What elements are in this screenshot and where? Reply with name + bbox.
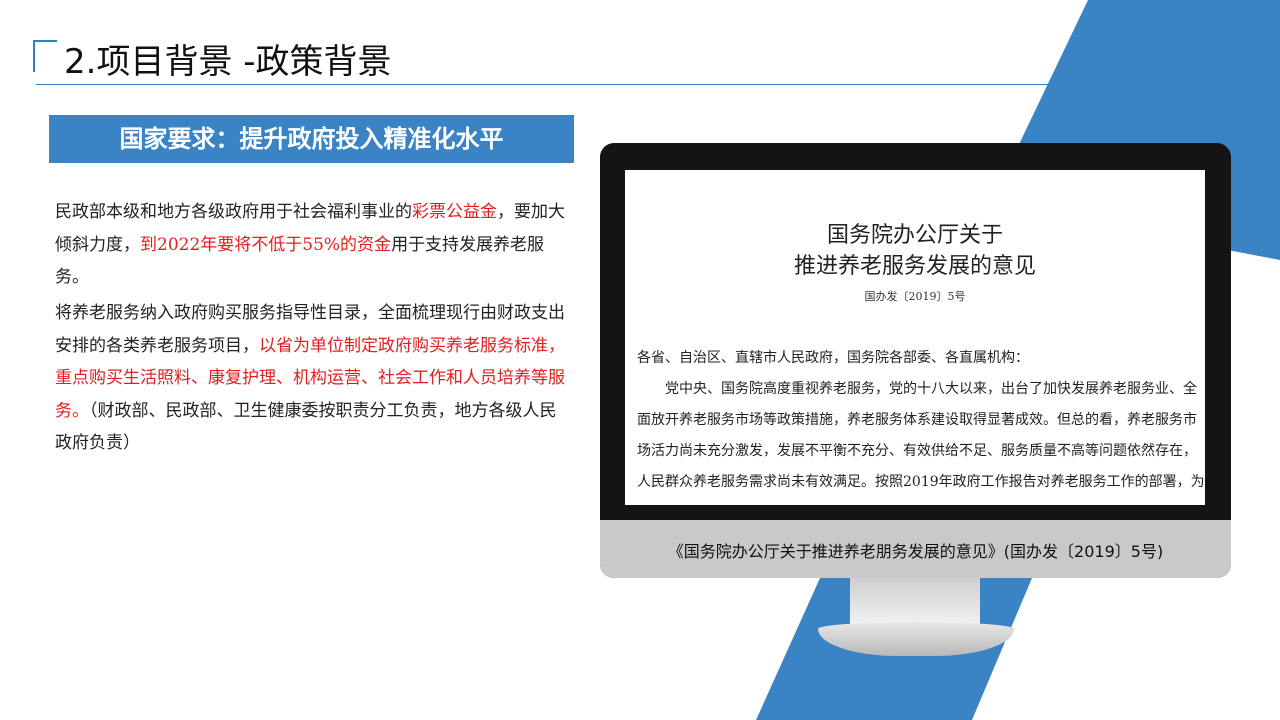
document-title-line1: 国务院办公厅关于 (826, 223, 1003, 248)
p2-text-b: （财政部、民政部、卫生健康委按职责分工负责，地方各级人民政府负责） (55, 400, 557, 454)
p1-highlight-b: 到2022年要将不低于55%的资金 (140, 234, 392, 255)
p1-highlight-a: 彩票公益金 (412, 202, 497, 222)
section-banner: 国家要求：提升政府投入精准化水平 (49, 115, 574, 163)
document-body-line: 场活力尚未充分激发，发展不平衡不充分、有效供给不足、服务质量不高等问题依然存在， (637, 443, 1197, 459)
document-body: 各省、自治区、直辖市人民政府，国务院各部委、各直属机构： 党中央、国务院高度重视… (637, 343, 1205, 498)
document-body-line: 党中央、国务院高度重视养老服务，党的十八大以来，出台了加快发展养老服务业、全 (637, 381, 1197, 397)
document-number: 国办发〔2019〕5号 (864, 290, 966, 303)
document-caption: 《国务院办公厅关于推进养老朋务发展的意见》(国办发〔2019〕5号) (667, 542, 1164, 561)
title-divider (36, 84, 1050, 85)
document-body-line: 各省、自治区、直辖市人民政府，国务院各部委、各直属机构： (637, 350, 1029, 366)
title-corner-mark (33, 40, 57, 72)
page-title: 2.项目背景 -政策背景 (64, 42, 392, 82)
document-body-line: 人民群众养老服务需求尚未有效满足。按照2019年政府工作报告对养老服务工作的部署… (637, 474, 1205, 490)
p1-text-a: 民政部本级和地方各级政府用于社会福利事业的 (55, 202, 412, 222)
document-title-line2: 推进养老服务发展的意见 (793, 254, 1036, 279)
document-screen: 国务院办公厅关于 推进养老服务发展的意见 国办发〔2019〕5号 各省、自治区、… (625, 170, 1205, 505)
policy-paragraph-2: 将养老服务纳入政府购买服务指导性目录，全面梳理现行由财政支出安排的各类养老服务项… (55, 297, 565, 460)
policy-paragraph-1: 民政部本级和地方各级政府用于社会福利事业的彩票公益金，要加大倾斜力度，到2022… (55, 196, 565, 294)
monitor-stand-neck (850, 578, 980, 626)
document-body-line: 面放开养老服务市场等政策措施，养老服务体系建设取得显著成效。但总的看，养老服务市 (637, 412, 1197, 428)
